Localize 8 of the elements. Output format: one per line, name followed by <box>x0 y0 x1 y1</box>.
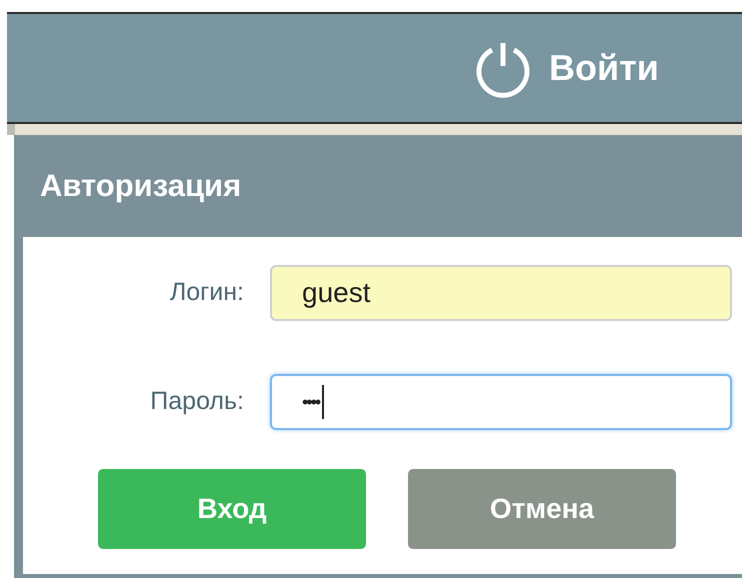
input-field[interactable]: •••• <box>270 374 732 430</box>
field-label: Логин: <box>168 277 244 308</box>
login-link[interactable]: Войти <box>473 38 659 98</box>
cancel-button[interactable]: Отмена <box>408 469 676 549</box>
dialog-title: Авторизация <box>40 166 242 205</box>
field-label: Пароль: <box>149 386 244 418</box>
input-field[interactable]: guest <box>270 265 732 321</box>
login-button[interactable]: Вход <box>98 469 366 549</box>
